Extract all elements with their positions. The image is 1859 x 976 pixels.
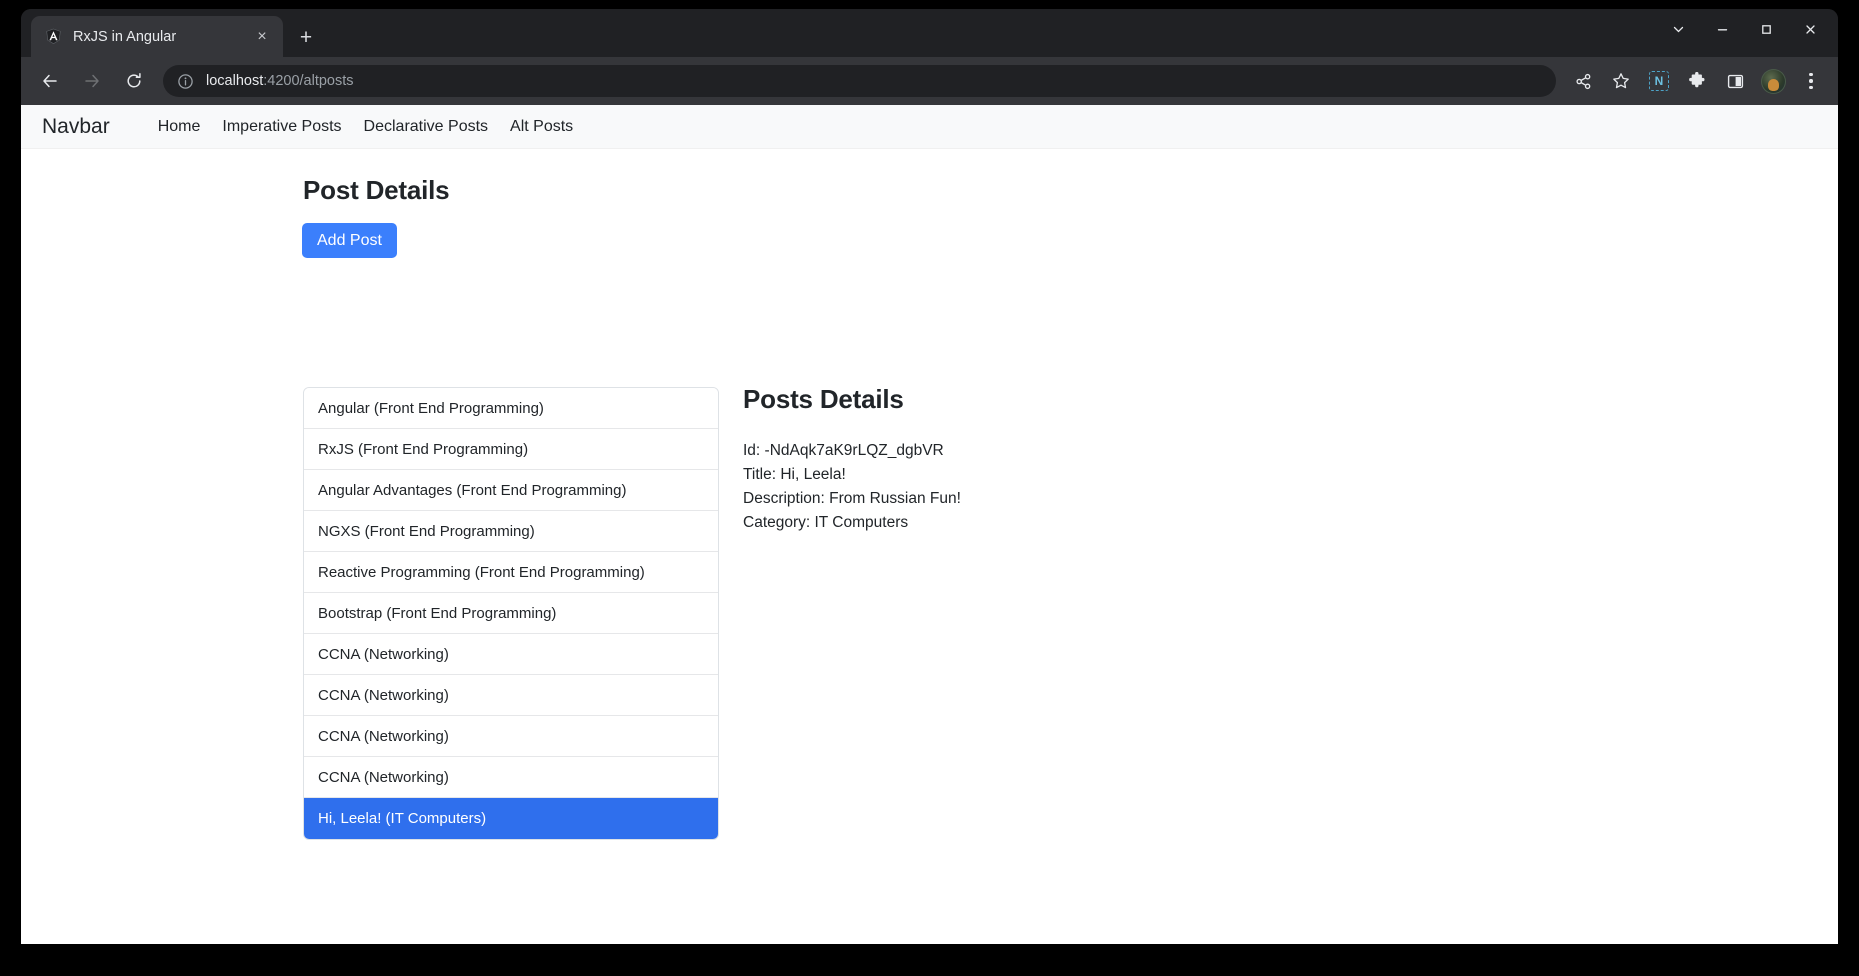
back-arrow-icon[interactable] bbox=[33, 64, 67, 98]
tab-title: RxJS in Angular bbox=[73, 29, 251, 45]
page-content: Post Details Add Post Angular (Front End… bbox=[21, 149, 1838, 169]
extension-n-icon[interactable]: N bbox=[1643, 65, 1675, 97]
list-item-selected[interactable]: Hi, Leela! (IT Computers) bbox=[304, 798, 718, 839]
page-title: Post Details bbox=[303, 175, 449, 206]
post-details-panel: Posts Details Id: -NdAqk7aK9rLQZ_dgbVR T… bbox=[743, 384, 1263, 535]
window-controls bbox=[1656, 9, 1832, 49]
url-path: :4200/altposts bbox=[263, 73, 353, 89]
list-item[interactable]: CCNA (Networking) bbox=[304, 716, 718, 757]
list-item[interactable]: Angular (Front End Programming) bbox=[304, 388, 718, 429]
url-host: localhost bbox=[206, 73, 263, 89]
detail-description: Description: From Russian Fun! bbox=[743, 487, 1263, 511]
detail-category: Category: IT Computers bbox=[743, 511, 1263, 535]
three-dot-menu-icon[interactable] bbox=[1795, 65, 1827, 97]
detail-title: Title: Hi, Leela! bbox=[743, 463, 1263, 487]
maximize-icon[interactable] bbox=[1744, 12, 1788, 46]
list-item[interactable]: CCNA (Networking) bbox=[304, 634, 718, 675]
new-tab-button[interactable]: + bbox=[293, 24, 319, 50]
puzzle-piece-icon[interactable] bbox=[1681, 65, 1713, 97]
browser-tab[interactable]: RxJS in Angular × bbox=[31, 16, 283, 57]
info-circle-icon[interactable] bbox=[177, 73, 194, 90]
nav-link-alt-posts[interactable]: Alt Posts bbox=[499, 118, 584, 136]
side-panel-icon[interactable] bbox=[1719, 65, 1751, 97]
list-item[interactable]: RxJS (Front End Programming) bbox=[304, 429, 718, 470]
close-icon[interactable] bbox=[1788, 12, 1832, 46]
navbar-links: Home Imperative Posts Declarative Posts … bbox=[147, 118, 584, 136]
chevron-down-icon[interactable] bbox=[1656, 12, 1700, 46]
profile-avatar-image bbox=[1761, 69, 1786, 94]
extension-n-label: N bbox=[1649, 71, 1669, 91]
nav-link-home[interactable]: Home bbox=[147, 118, 212, 136]
detail-id: Id: -NdAqk7aK9rLQZ_dgbVR bbox=[743, 439, 1263, 463]
angular-shield-icon bbox=[45, 28, 62, 45]
page-viewport: Navbar Home Imperative Posts Declarative… bbox=[21, 105, 1838, 944]
navbar-brand[interactable]: Navbar bbox=[42, 115, 110, 139]
browser-toolbar: localhost:4200/altposts N bbox=[21, 57, 1838, 105]
nav-link-declarative-posts[interactable]: Declarative Posts bbox=[353, 118, 500, 136]
list-item[interactable]: CCNA (Networking) bbox=[304, 757, 718, 798]
avatar[interactable] bbox=[1757, 65, 1789, 97]
add-post-button[interactable]: Add Post bbox=[302, 223, 397, 258]
address-bar[interactable]: localhost:4200/altposts bbox=[163, 65, 1556, 97]
minimize-icon[interactable] bbox=[1700, 12, 1744, 46]
list-item[interactable]: CCNA (Networking) bbox=[304, 675, 718, 716]
star-icon[interactable] bbox=[1605, 65, 1637, 97]
list-item[interactable]: Reactive Programming (Front End Programm… bbox=[304, 552, 718, 593]
list-item[interactable]: Bootstrap (Front End Programming) bbox=[304, 593, 718, 634]
list-item[interactable]: Angular Advantages (Front End Programmin… bbox=[304, 470, 718, 511]
url-text: localhost:4200/altposts bbox=[206, 73, 354, 89]
details-title: Posts Details bbox=[743, 384, 1263, 415]
tab-close-icon[interactable]: × bbox=[251, 26, 273, 48]
list-item[interactable]: NGXS (Front End Programming) bbox=[304, 511, 718, 552]
share-icon[interactable] bbox=[1567, 65, 1599, 97]
forward-arrow-icon[interactable] bbox=[75, 64, 109, 98]
posts-list: Angular (Front End Programming) RxJS (Fr… bbox=[303, 387, 719, 840]
browser-window: RxJS in Angular × + bbox=[21, 9, 1838, 944]
site-navbar: Navbar Home Imperative Posts Declarative… bbox=[21, 105, 1838, 149]
reload-icon[interactable] bbox=[117, 64, 151, 98]
tab-strip: RxJS in Angular × + bbox=[21, 9, 1838, 57]
nav-link-imperative-posts[interactable]: Imperative Posts bbox=[211, 118, 352, 136]
menu-dots bbox=[1809, 73, 1813, 90]
